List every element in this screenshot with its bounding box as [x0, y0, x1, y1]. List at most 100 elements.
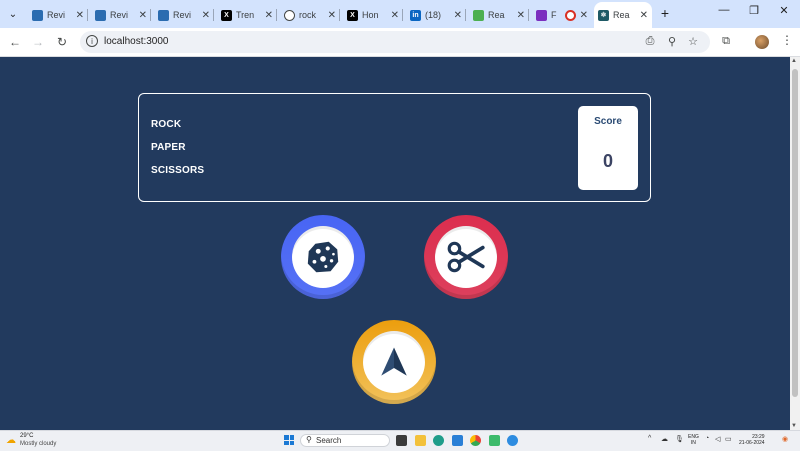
scrollbar-thumb[interactable]	[792, 69, 798, 397]
tab-separator	[213, 9, 214, 21]
browser-tab[interactable]: Revi ✕	[28, 4, 88, 26]
microphone-icon[interactable]: 🎙	[675, 435, 684, 443]
browser-toolbar: ← → ↻ i localhost:3000 ⎙ ⚲ ☆ ⧉	[0, 28, 800, 57]
browser-tab[interactable]: Rea ✕	[469, 4, 529, 26]
onedrive-icon[interactable]: ☁	[661, 435, 668, 443]
close-tab-icon[interactable]: ✕	[454, 10, 462, 21]
close-tab-icon[interactable]: ✕	[328, 10, 336, 21]
tab-separator	[150, 9, 151, 21]
score-value: 0	[602, 151, 613, 171]
browser-tab[interactable]: rock ✕	[280, 4, 340, 26]
site-info-icon[interactable]: i	[86, 35, 98, 47]
close-tab-icon[interactable]: ✕	[265, 10, 273, 21]
windows-taskbar: ☁ 29°C Mostly cloudy ⚲ Search ^ ☁ 🎙 ENG …	[0, 430, 800, 451]
zoom-icon[interactable]: ⚲	[665, 35, 679, 48]
app-icon	[536, 9, 547, 21]
page-scrollbar[interactable]: ▲ ▼	[790, 57, 800, 430]
close-tab-icon[interactable]: ✕	[580, 10, 588, 21]
game-header: ROCK PAPER SCISSORS Score 0	[138, 93, 651, 202]
tab-separator	[276, 9, 277, 21]
scroll-down-icon[interactable]: ▼	[791, 423, 797, 429]
tab-separator	[465, 9, 466, 21]
extensions-puzzle-icon[interactable]: ⧉	[719, 35, 733, 48]
browser-tab-strip: ⌄ Revi ✕ Revi ✕ Revi ✕ X Tren ✕ rock ✕ X…	[0, 0, 800, 28]
profile-avatar[interactable]	[755, 35, 769, 49]
title-rock: ROCK	[151, 119, 182, 130]
weather-cloud-icon[interactable]: ☁	[6, 435, 16, 446]
react-icon: ⚛	[598, 9, 609, 21]
volume-icon[interactable]: ◁	[715, 435, 720, 443]
weather-temperature[interactable]: 29°C	[20, 433, 33, 439]
taskbar-search-label: Search	[316, 436, 342, 445]
linkedin-icon: in	[410, 9, 421, 21]
tab-search-chevron-icon[interactable]: ⌄	[4, 6, 22, 22]
title-paper: PAPER	[151, 142, 186, 153]
recycle-icon	[473, 9, 484, 21]
paper-plane-icon	[381, 347, 407, 376]
tab-separator	[528, 9, 529, 21]
bookmark-star-icon[interactable]: ☆	[686, 35, 700, 48]
title-scissors: SCISSORS	[151, 165, 205, 176]
vscode-icon[interactable]	[452, 435, 463, 446]
app-blue-icon[interactable]	[507, 435, 518, 446]
close-tab-icon[interactable]: ✕	[517, 10, 525, 21]
score-card: Score 0	[578, 106, 638, 190]
browser-tab[interactable]: Revi ✕	[154, 4, 214, 26]
reload-icon[interactable]: ↻	[54, 34, 70, 50]
wifi-icon[interactable]: ◔	[705, 435, 709, 442]
taskbar-search[interactable]: ⚲ Search	[300, 434, 390, 447]
scroll-up-icon[interactable]: ▲	[791, 58, 797, 64]
globe-icon	[284, 9, 295, 21]
minimize-icon[interactable]: —	[713, 4, 735, 16]
close-window-icon[interactable]: ✕	[773, 4, 795, 17]
browser-menu-icon[interactable]: ⋮	[781, 33, 793, 47]
install-app-icon[interactable]: ⎙	[643, 35, 657, 48]
weather-description[interactable]: Mostly cloudy	[20, 441, 56, 447]
tab-separator	[402, 9, 403, 21]
scissors-icon	[447, 241, 485, 273]
url-text[interactable]: localhost:3000	[104, 36, 169, 47]
close-tab-icon[interactable]: ✕	[391, 10, 399, 21]
file-explorer-icon[interactable]	[415, 435, 426, 446]
battery-icon[interactable]: ▭	[725, 435, 732, 443]
forward-arrow-icon[interactable]: →	[30, 34, 46, 50]
restore-icon[interactable]: ❐	[743, 4, 765, 17]
rock-choice-button[interactable]	[281, 215, 365, 299]
close-tab-icon[interactable]: ✕	[640, 10, 648, 21]
x-icon: X	[221, 9, 232, 21]
browser-tab[interactable]: F ✕	[532, 4, 592, 26]
rock-icon	[307, 241, 339, 273]
paper-choice-button[interactable]	[352, 320, 436, 404]
close-tab-icon[interactable]: ✕	[139, 10, 147, 21]
address-bar[interactable]: i localhost:3000 ⎙ ⚲ ☆	[80, 31, 710, 53]
language-indicator[interactable]: ENG IN	[688, 434, 699, 446]
chrome-icon[interactable]	[470, 435, 481, 446]
close-tab-icon[interactable]: ✕	[76, 10, 84, 21]
close-tab-icon[interactable]: ✕	[202, 10, 210, 21]
browser-tab-active[interactable]: ⚛ Rea ✕	[594, 2, 652, 28]
browser-tab[interactable]: X Tren ✕	[217, 4, 277, 26]
windows-start-icon[interactable]	[284, 435, 294, 445]
browser-tab[interactable]: in (18) ✕	[406, 4, 466, 26]
tab-separator	[339, 9, 340, 21]
tab-separator	[87, 9, 88, 21]
edge-icon[interactable]	[433, 435, 444, 446]
browser-tab[interactable]: X Hon ✕	[343, 4, 403, 26]
task-view-icon[interactable]	[396, 435, 407, 446]
scissors-choice-button[interactable]	[424, 215, 508, 299]
tray-chevron-up-icon[interactable]: ^	[648, 435, 651, 442]
new-tab-icon[interactable]: +	[656, 5, 674, 21]
scissors-choice-inner	[435, 226, 497, 288]
revi-icon	[32, 9, 43, 21]
revi-icon	[95, 9, 106, 21]
taskbar-clock[interactable]: 23:29 21-06-2024	[739, 434, 765, 446]
app-green-icon[interactable]	[489, 435, 500, 446]
search-icon: ⚲	[306, 435, 312, 444]
back-arrow-icon[interactable]: ←	[7, 34, 23, 50]
x-icon: X	[347, 9, 358, 21]
notification-icon[interactable]: ◉	[782, 435, 788, 443]
score-label: Score	[594, 116, 622, 127]
browser-tab[interactable]: Revi ✕	[91, 4, 151, 26]
paper-choice-inner	[363, 331, 425, 393]
revi-icon	[158, 9, 169, 21]
